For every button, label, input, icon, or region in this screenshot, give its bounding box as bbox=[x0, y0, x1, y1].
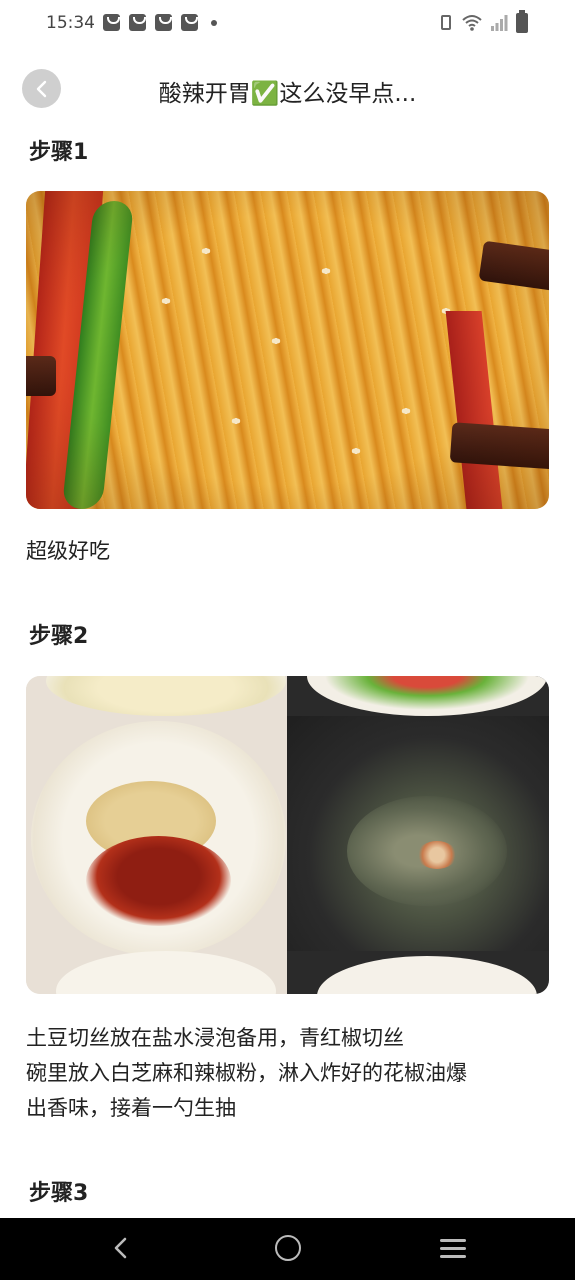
plate-peppers bbox=[307, 676, 547, 716]
collage-right bbox=[287, 676, 549, 994]
bag-icon bbox=[155, 14, 172, 31]
back-button[interactable] bbox=[22, 69, 61, 108]
menu-nav-icon[interactable] bbox=[440, 1239, 466, 1259]
step-2-line: 碗里放入白芝麻和辣椒粉，淋入炸好的花椒油爆 bbox=[26, 1061, 467, 1085]
step-1-line: 超级好吃 bbox=[26, 539, 110, 563]
chevron-left-icon bbox=[36, 80, 46, 97]
bowl-bottom bbox=[56, 951, 276, 994]
step-2-line: 土豆切丝放在盐水浸泡备用，青红椒切丝 bbox=[26, 1026, 404, 1050]
step-2-image[interactable] bbox=[26, 676, 549, 994]
step-3-title: 步骤3 bbox=[29, 1181, 89, 1206]
chili-powder bbox=[86, 836, 231, 926]
step-2-line: 出香味，接着一勺生抽 bbox=[26, 1096, 236, 1120]
battery-icon bbox=[516, 10, 528, 33]
status-time: 15:34 bbox=[46, 13, 95, 33]
more-notifications-dot bbox=[211, 20, 217, 26]
step-2-text: 土豆切丝放在盐水浸泡备用，青红椒切丝 碗里放入白芝麻和辣椒粉，淋入炸好的花椒油爆… bbox=[26, 1021, 551, 1126]
step-1-text: 超级好吃 bbox=[26, 534, 551, 569]
image-shade bbox=[26, 191, 549, 509]
bag-icon bbox=[181, 14, 198, 31]
page-title: 酸辣开胃✅这么没早点... bbox=[158, 81, 417, 107]
step-1-image[interactable] bbox=[26, 191, 549, 509]
wifi-icon bbox=[462, 15, 482, 31]
back-nav-icon[interactable] bbox=[110, 1237, 132, 1259]
status-bar: 15:34 bbox=[0, 0, 575, 48]
sichuan-pepper bbox=[417, 841, 457, 869]
bag-icon bbox=[103, 14, 120, 31]
step-2-title: 步骤2 bbox=[29, 624, 89, 649]
home-nav-icon[interactable] bbox=[275, 1235, 301, 1261]
bowl-potato-shreds bbox=[46, 676, 286, 716]
signal-icon bbox=[491, 15, 508, 31]
system-nav-bar bbox=[0, 1218, 575, 1280]
vibrate-icon bbox=[441, 15, 451, 30]
bag-icon bbox=[129, 14, 146, 31]
step-1-title: 步骤1 bbox=[29, 140, 89, 165]
plate-bottom bbox=[317, 956, 537, 994]
collage-left bbox=[26, 676, 287, 994]
